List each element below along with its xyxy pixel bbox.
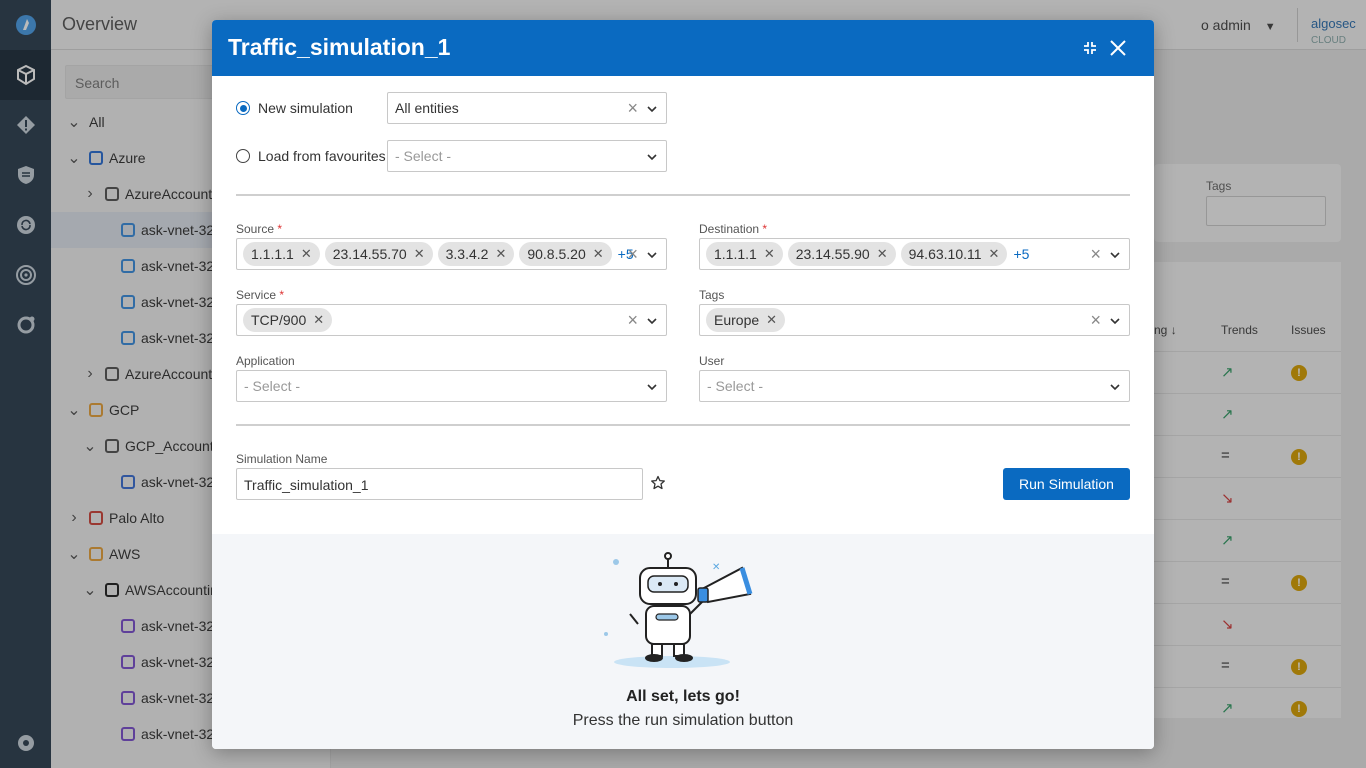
run-simulation-button[interactable]: Run Simulation — [1003, 468, 1130, 500]
favourites-select[interactable]: - Select - — [387, 140, 667, 172]
source-label: Source * — [236, 222, 283, 236]
dialog-header: Traffic_simulation_1 — [212, 20, 1154, 76]
empty-state-panel: ✕ All set, lets go! Press the run simula… — [212, 534, 1154, 749]
chip-remove-icon[interactable]: ✕ — [764, 246, 775, 262]
clear-icon[interactable]: × — [1090, 245, 1101, 263]
robot-megaphone-illustration: ✕ — [592, 544, 772, 679]
source-multiselect[interactable]: 1.1.1.1 ✕ 23.14.55.70 ✕ 3.3.4.2 ✕ 90.8.5.20 ✕ +5… — [236, 238, 667, 270]
chip-label: 90.8.5.20 — [527, 246, 586, 262]
chevron-down-icon — [646, 248, 658, 264]
chip-remove-icon[interactable]: ✕ — [593, 246, 604, 262]
new-simulation-radio[interactable]: New simulation — [236, 100, 353, 116]
section-divider — [236, 424, 1130, 426]
chip-remove-icon[interactable]: ✕ — [301, 246, 312, 262]
chip-remove-icon[interactable]: ✕ — [414, 246, 425, 262]
chevron-down-icon — [646, 380, 658, 396]
dialog-title: Traffic_simulation_1 — [228, 34, 451, 60]
traffic-simulation-dialog: Traffic_simulation_1 New simulation All … — [212, 20, 1154, 749]
simulation-name-label: Simulation Name — [236, 452, 328, 466]
chevron-down-icon — [1109, 380, 1121, 396]
more-chips-count[interactable]: +5 — [1013, 246, 1029, 262]
service-label: Service * — [236, 288, 285, 302]
chip-label: 23.14.55.70 — [332, 246, 407, 262]
chevron-down-icon — [1109, 248, 1121, 264]
chip-label: TCP/900 — [251, 312, 307, 328]
load-favourites-radio[interactable]: Load from favourites — [236, 148, 386, 164]
chip: 1.1.1.1 ✕ — [706, 242, 783, 266]
close-icon[interactable] — [1106, 36, 1130, 60]
application-label: Application — [236, 354, 295, 368]
service-multiselect[interactable]: TCP/900 ✕ × — [236, 304, 667, 336]
chip: 1.1.1.1 ✕ — [243, 242, 320, 266]
chip: 23.14.55.70 ✕ — [324, 242, 433, 266]
user-select[interactable]: - Select - — [699, 370, 1130, 402]
clear-icon[interactable]: × — [627, 99, 638, 117]
user-placeholder: - Select - — [707, 378, 764, 394]
chip-label: 1.1.1.1 — [714, 246, 757, 262]
radio-selected-icon[interactable] — [236, 101, 250, 115]
chip: 23.14.55.90 ✕ — [787, 242, 896, 266]
chevron-down-icon — [646, 314, 658, 330]
entities-select-value: All entities — [395, 100, 459, 116]
clear-icon[interactable]: × — [627, 245, 638, 263]
chip-label: 3.3.4.2 — [445, 246, 489, 262]
chip-label: 23.14.55.90 — [795, 246, 870, 262]
entities-select[interactable]: All entities × — [387, 92, 667, 124]
chip: Europe ✕ — [706, 308, 786, 332]
destination-multiselect[interactable]: 1.1.1.1 ✕ 23.14.55.90 ✕ 94.63.10.11 ✕ +5 × — [699, 238, 1130, 270]
chip-remove-icon[interactable]: ✕ — [766, 312, 777, 328]
chip: 90.8.5.20 ✕ — [519, 242, 612, 266]
empty-state-subtitle: Press the run simulation button — [572, 712, 794, 729]
application-select[interactable]: - Select - — [236, 370, 667, 402]
chip-label: 1.1.1.1 — [251, 246, 294, 262]
favourites-select-placeholder: - Select - — [395, 148, 452, 164]
chevron-down-icon — [646, 102, 658, 118]
user-label: User — [699, 354, 725, 368]
svg-text:✕: ✕ — [712, 562, 720, 573]
empty-state-title: All set, lets go! — [626, 688, 740, 705]
new-simulation-label: New simulation — [258, 100, 353, 116]
chevron-down-icon — [1109, 314, 1121, 330]
chip: 94.63.10.11 ✕ — [900, 242, 1008, 266]
application-placeholder: - Select - — [244, 378, 301, 394]
star-favourite-icon[interactable] — [650, 475, 666, 496]
clear-icon[interactable]: × — [627, 311, 638, 329]
chip-remove-icon[interactable]: ✕ — [495, 246, 506, 262]
tags-label: Tags — [699, 288, 725, 302]
chip: 3.3.4.2 ✕ — [437, 242, 515, 266]
tags-multiselect[interactable]: Europe ✕ × — [699, 304, 1130, 336]
chip-remove-icon[interactable]: ✕ — [989, 246, 1000, 262]
radio-unselected-icon[interactable] — [236, 149, 250, 163]
chevron-down-icon — [646, 150, 658, 166]
chip-label: 94.63.10.11 — [908, 246, 982, 262]
app-root: Overview o admin ▼ algosec CLOUD Search … — [0, 0, 1366, 768]
chip-label: Europe — [714, 312, 760, 328]
chip-remove-icon[interactable]: ✕ — [877, 246, 888, 262]
chip: TCP/900 ✕ — [243, 308, 333, 332]
chip-remove-icon[interactable]: ✕ — [313, 312, 324, 328]
destination-label: Destination * — [699, 222, 768, 236]
minimize-icon[interactable] — [1078, 36, 1102, 60]
load-favourites-label: Load from favourites — [258, 148, 386, 164]
section-divider — [236, 194, 1130, 196]
clear-icon[interactable]: × — [1090, 311, 1101, 329]
simulation-name-input[interactable]: Traffic_simulation_1 — [236, 468, 643, 500]
